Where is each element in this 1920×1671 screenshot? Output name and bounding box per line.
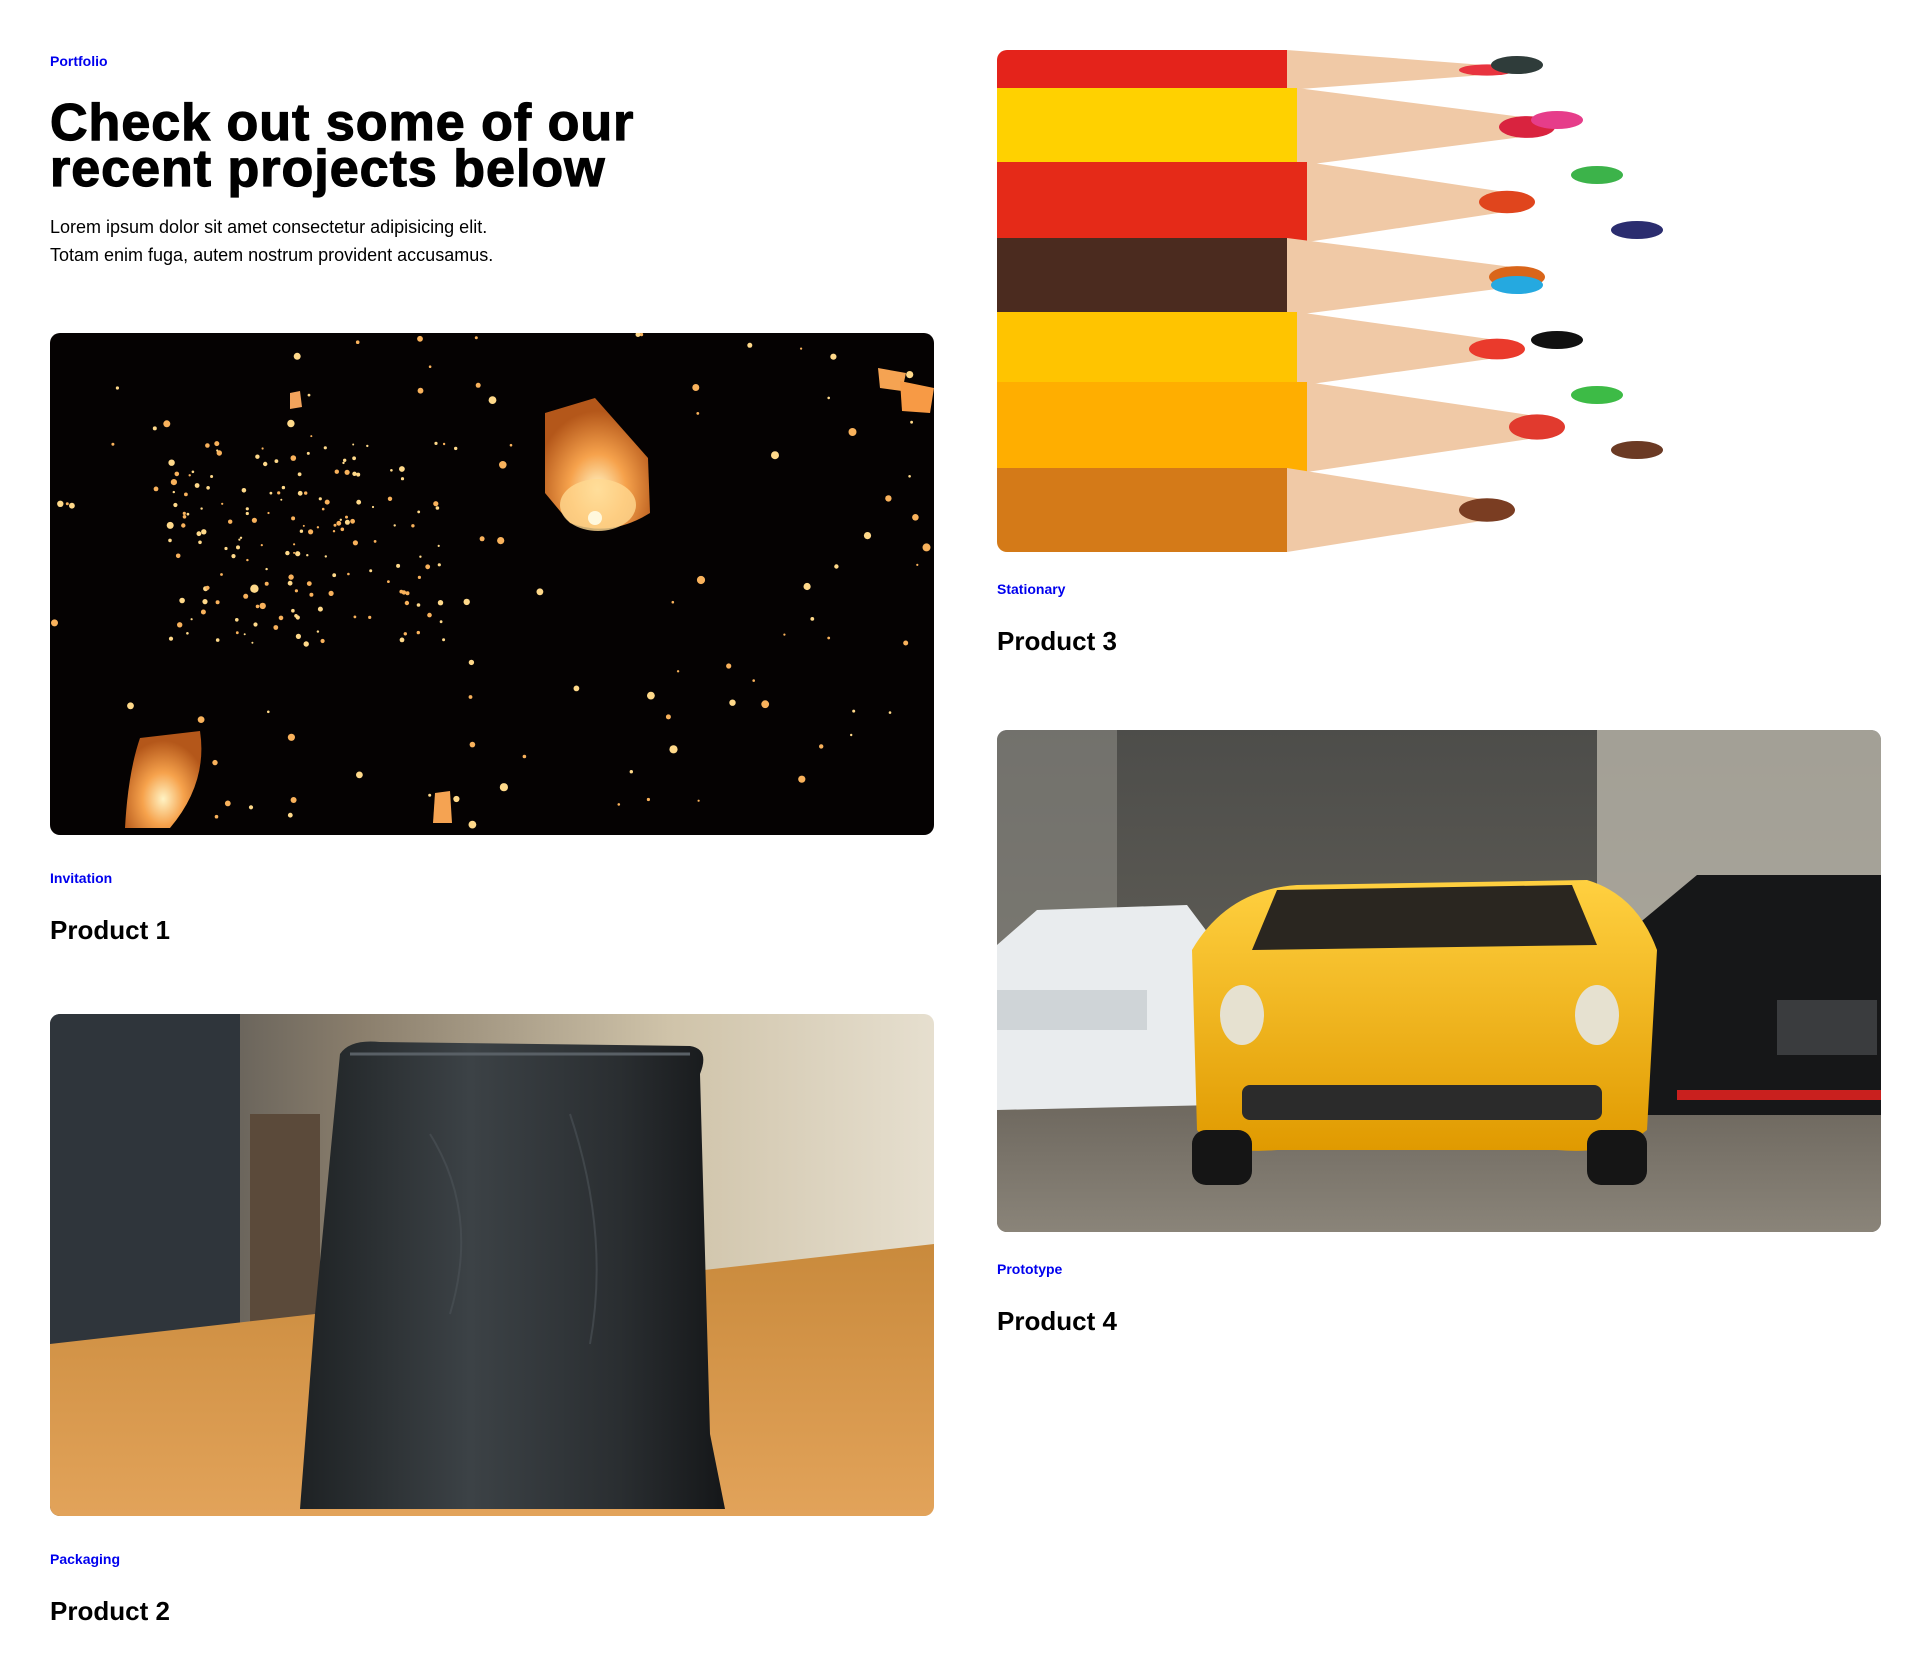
colored-pencils-photo (997, 50, 1881, 552)
product-3-category[interactable]: Stationary (997, 581, 1065, 597)
product-1-title[interactable]: Product 1 (50, 915, 170, 946)
product-4-category[interactable]: Prototype (997, 1261, 1062, 1277)
page-description: Lorem ipsum dolor sit amet consectetur a… (50, 213, 850, 269)
page-description-line-2: Totam enim fuga, autem nostrum provident… (50, 245, 494, 265)
portfolio-eyebrow-link[interactable]: Portfolio (50, 53, 108, 69)
product-2-image[interactable] (50, 1014, 934, 1516)
sky-lanterns-photo (50, 333, 934, 835)
page-description-line-1: Lorem ipsum dolor sit amet consectetur a… (50, 217, 488, 237)
product-card-3: Stationary Product 3 (997, 50, 1881, 670)
page-title-line-2: recent projects below (49, 140, 606, 198)
product-4-title[interactable]: Product 4 (997, 1306, 1117, 1337)
product-3-image[interactable] (997, 50, 1881, 552)
product-1-category[interactable]: Invitation (50, 870, 112, 886)
product-1-image[interactable] (50, 333, 934, 835)
product-card-1: Invitation Product 1 (50, 333, 934, 953)
product-2-category[interactable]: Packaging (50, 1551, 120, 1567)
product-2-title[interactable]: Product 2 (50, 1596, 170, 1627)
page-title: Check out some of our recent projects be… (49, 96, 930, 195)
product-card-2: Packaging Product 2 (50, 1014, 934, 1634)
toy-cars-photo (997, 730, 1881, 1232)
product-3-title[interactable]: Product 3 (997, 626, 1117, 657)
product-card-4: Prototype Product 4 (997, 730, 1881, 1350)
product-4-image[interactable] (997, 730, 1881, 1232)
coffee-pouch-photo (50, 1014, 934, 1516)
